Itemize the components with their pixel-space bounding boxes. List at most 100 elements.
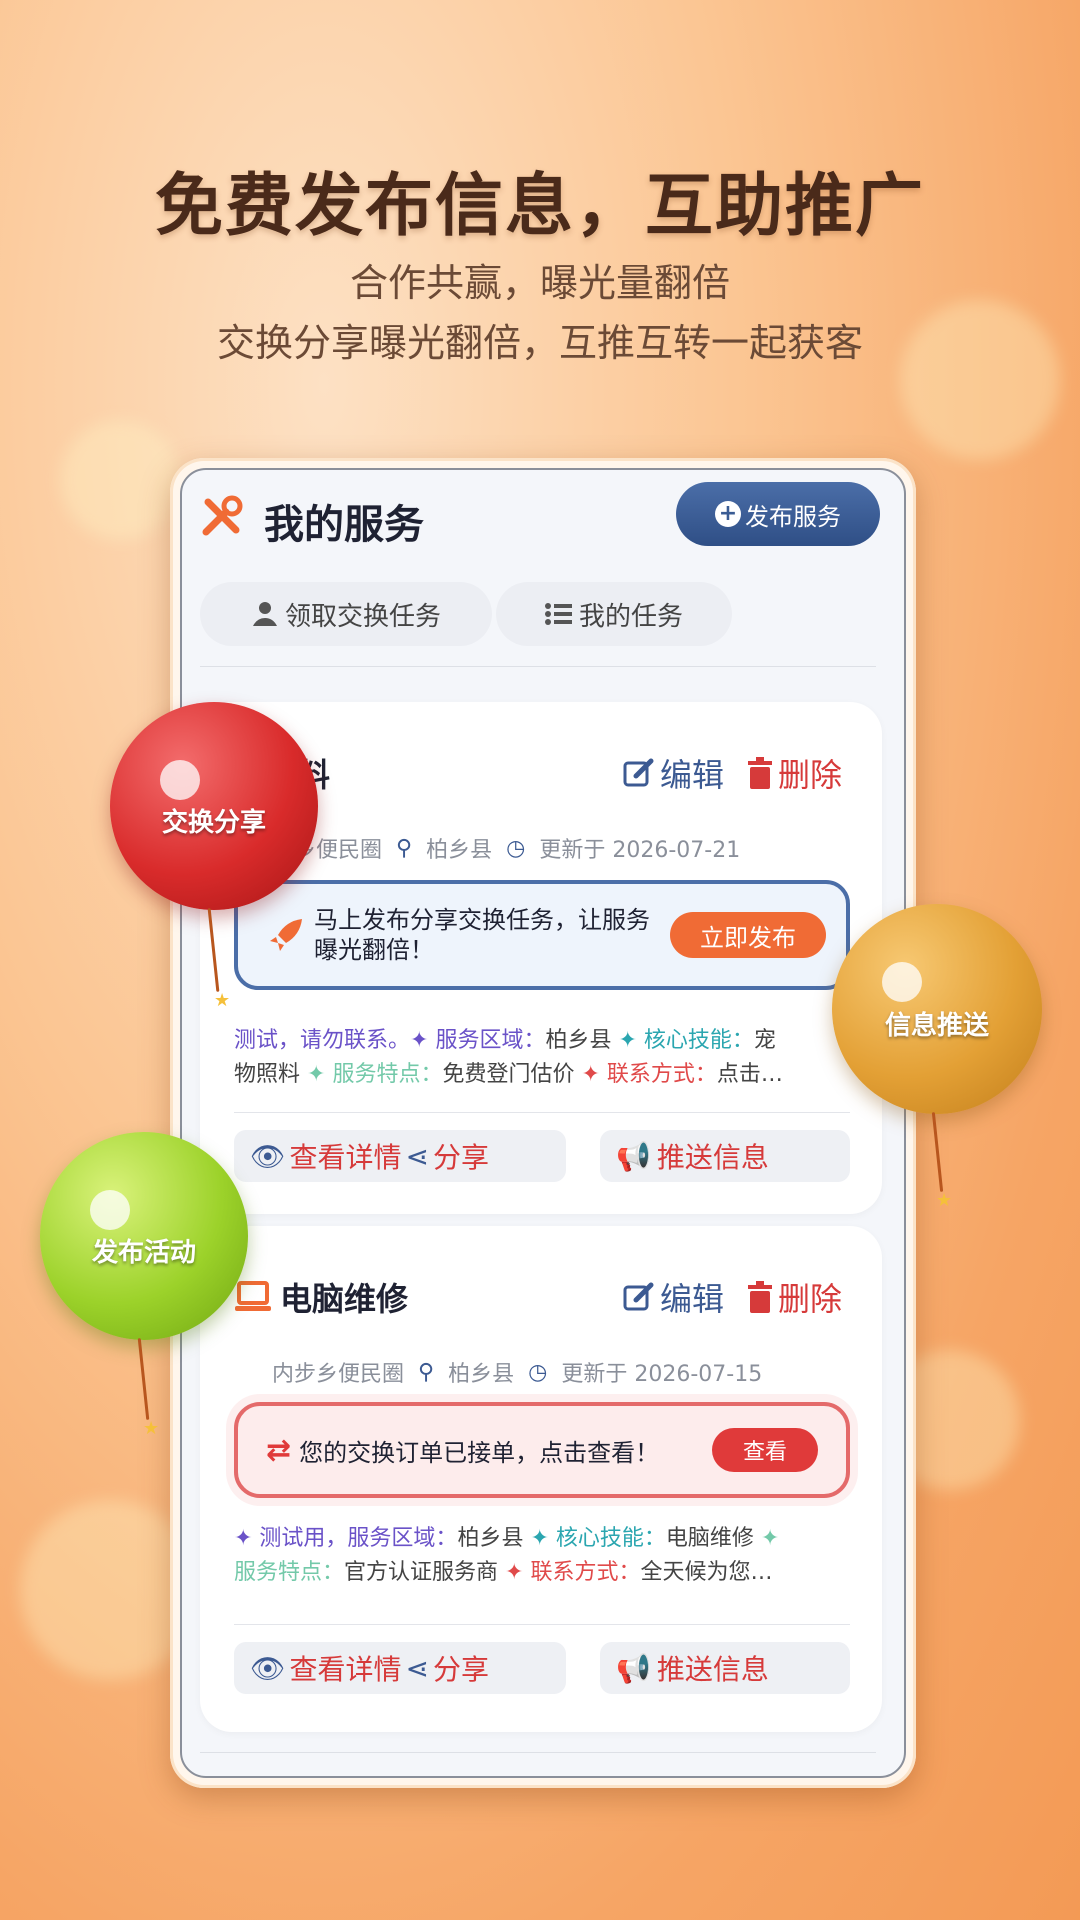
balloon-highlight	[882, 962, 922, 1002]
eye-icon: 👁	[250, 1651, 286, 1685]
card-meta: 步乡便民圈 ⚲ 柏乡县 ◷ 更新于 2026-07-21	[272, 832, 740, 864]
notice-text: 您的交换订单已接单，点击查看！	[299, 1438, 660, 1467]
megaphone-icon: 📢	[616, 1651, 651, 1685]
edit-button[interactable]: 编辑	[622, 750, 724, 796]
clock-icon: ◷	[506, 835, 526, 861]
card-title[interactable]: 电脑维修	[234, 1274, 408, 1320]
updated-time: 更新于 2026-07-21	[539, 838, 741, 863]
hero-headline: 免费发布信息，互助推广	[154, 167, 925, 246]
bokeh-light	[60, 420, 180, 540]
service-description: ✦ 测试用，服务区域：柏乡县 ✦ 核心技能：电脑维修 ✦ 服务特点：官方认证服务…	[234, 1522, 850, 1590]
app-screen: 我的服务 + 发布服务 领取交换任务 我的任务 物照料	[180, 468, 906, 1778]
tab-my-tasks[interactable]: 我的任务	[496, 582, 732, 646]
share-icon: ⋖	[405, 1139, 430, 1173]
desc-value: 点击…	[716, 1062, 783, 1087]
promo-text: 马上发布分享交换任务，让服务曝光翻倍！	[314, 906, 650, 964]
view-share-group: 👁 查看详情 ⋖ 分享	[234, 1130, 566, 1182]
user-hand-icon	[252, 602, 277, 626]
balloon-info-push: 信息推送	[832, 904, 1042, 1114]
hero-subline: 合作共赢，曝光量翻倍	[349, 261, 730, 305]
push-info-button[interactable]: 📢 推送信息	[600, 1130, 850, 1182]
county: 柏乡县	[448, 1362, 515, 1387]
tools-icon	[202, 495, 243, 536]
publish-service-label: 发布服务	[745, 502, 841, 531]
list-icon	[544, 603, 572, 625]
service-area: 内步乡便民圈	[272, 1362, 405, 1387]
desc-value: 免费登门估价	[442, 1062, 575, 1087]
tab-label: 领取交换任务	[284, 601, 441, 632]
view-details-link[interactable]: 查看详情	[290, 1648, 402, 1688]
swap-arrows-icon: ⇄	[266, 1432, 292, 1468]
tab-claim-exchange-task[interactable]: 领取交换任务	[200, 582, 492, 646]
hero-subline: 交换分享曝光翻倍，互推互转一起获客	[216, 321, 863, 365]
view-share-group: 👁 查看详情 ⋖ 分享	[234, 1642, 566, 1694]
publish-promo-banner[interactable]: 马上发布分享交换任务，让服务曝光翻倍！ 立即发布	[234, 880, 850, 990]
edit-icon	[623, 1282, 654, 1311]
divider	[200, 666, 876, 667]
star-icon: ★	[936, 1190, 953, 1211]
desc-value: 物照料	[234, 1062, 301, 1087]
megaphone-icon: 📢	[616, 1139, 651, 1173]
delete-button[interactable]: 删除	[746, 750, 842, 796]
card-title-text: 电脑维修	[280, 1280, 409, 1318]
share-icon: ⋖	[405, 1651, 430, 1685]
desc-key: ✦ 核心技能：	[618, 1028, 754, 1053]
desc-key: 服务特点：	[234, 1560, 345, 1585]
card-footer-actions: 👁 查看详情 ⋖ 分享 📢 推送信息	[234, 1642, 850, 1694]
view-details-link[interactable]: 查看详情	[290, 1136, 402, 1176]
balloon-string	[137, 1338, 150, 1420]
desc-key: ✦ 核心技能：	[530, 1526, 666, 1551]
tab-bar: 领取交换任务 我的任务	[200, 582, 732, 646]
edit-label: 编辑	[659, 1280, 724, 1318]
trash-icon	[747, 1281, 772, 1313]
view-order-button[interactable]: 查看	[712, 1428, 818, 1472]
delete-button[interactable]: 删除	[746, 1274, 842, 1320]
balloon-string	[931, 1112, 944, 1192]
rocket-icon	[270, 919, 302, 951]
publish-service-button[interactable]: + 发布服务	[676, 482, 880, 546]
desc-key: ✦ 测试用，服务区域：	[234, 1526, 458, 1551]
desc-value: 电脑维修	[665, 1526, 754, 1551]
balloon-label: 信息推送	[884, 1010, 989, 1041]
share-link[interactable]: 分享	[433, 1648, 489, 1688]
desc-key: ✦ 服务特点：	[307, 1062, 443, 1087]
balloon-label: 交换分享	[161, 807, 266, 838]
desc-value: 全天候为您…	[640, 1560, 773, 1585]
delete-label: 删除	[777, 1280, 842, 1318]
desc-key: ✦ 联系方式：	[505, 1560, 641, 1585]
publish-now-button[interactable]: 立即发布	[670, 912, 826, 958]
app-topbar: 我的服务 + 发布服务	[182, 470, 904, 570]
push-info-button[interactable]: 📢 推送信息	[600, 1642, 850, 1694]
edit-button[interactable]: 编辑	[622, 1274, 724, 1320]
desc-value: 柏乡县	[457, 1526, 524, 1551]
page-title: 我的服务	[264, 502, 424, 548]
desc-value: 宠	[753, 1028, 776, 1053]
exchange-order-notice[interactable]: ⇄ 您的交换订单已接单，点击查看！ 查看	[234, 1402, 850, 1498]
location-pin-icon: ⚲	[396, 835, 413, 861]
balloon-highlight	[90, 1190, 130, 1230]
card-actions: 编辑 删除	[622, 1274, 842, 1320]
phone-mockup: 我的服务 + 发布服务 领取交换任务 我的任务 物照料	[170, 458, 916, 1788]
push-info-label: 推送信息	[656, 1653, 769, 1686]
desc-note: 测试，请勿联系。	[234, 1028, 411, 1053]
card-meta: 内步乡便民圈 ⚲ 柏乡县 ◷ 更新于 2026-07-15	[272, 1356, 762, 1388]
share-link[interactable]: 分享	[433, 1136, 489, 1176]
card-actions: 编辑 删除	[622, 750, 842, 796]
star-icon: ★	[214, 990, 231, 1011]
delete-label: 删除	[777, 756, 842, 794]
service-description: 测试，请勿联系。✦ 服务区域：柏乡县 ✦ 核心技能：宠 物照料 ✦ 服务特点：免…	[234, 1024, 850, 1092]
desc-value: 柏乡县	[545, 1028, 612, 1053]
location-pin-icon: ⚲	[418, 1359, 435, 1385]
laptop-icon	[235, 1281, 271, 1311]
edit-icon	[623, 758, 654, 787]
desc-key: ✦	[760, 1526, 780, 1551]
trash-icon	[747, 757, 772, 789]
divider	[234, 1112, 850, 1113]
updated-time: 更新于 2026-07-15	[561, 1362, 763, 1387]
card-footer-actions: 👁 查看详情 ⋖ 分享 📢 推送信息	[234, 1130, 850, 1182]
service-card: 电脑维修 编辑 删除 内步乡便民圈 ⚲ 柏乡县 ◷ 更新于 2026-07-15	[200, 1226, 882, 1732]
balloon-exchange-share: 交换分享	[110, 702, 318, 910]
eye-icon: 👁	[250, 1139, 286, 1173]
balloon-publish-activity: 发布活动	[40, 1132, 248, 1340]
clock-icon: ◷	[528, 1359, 548, 1385]
